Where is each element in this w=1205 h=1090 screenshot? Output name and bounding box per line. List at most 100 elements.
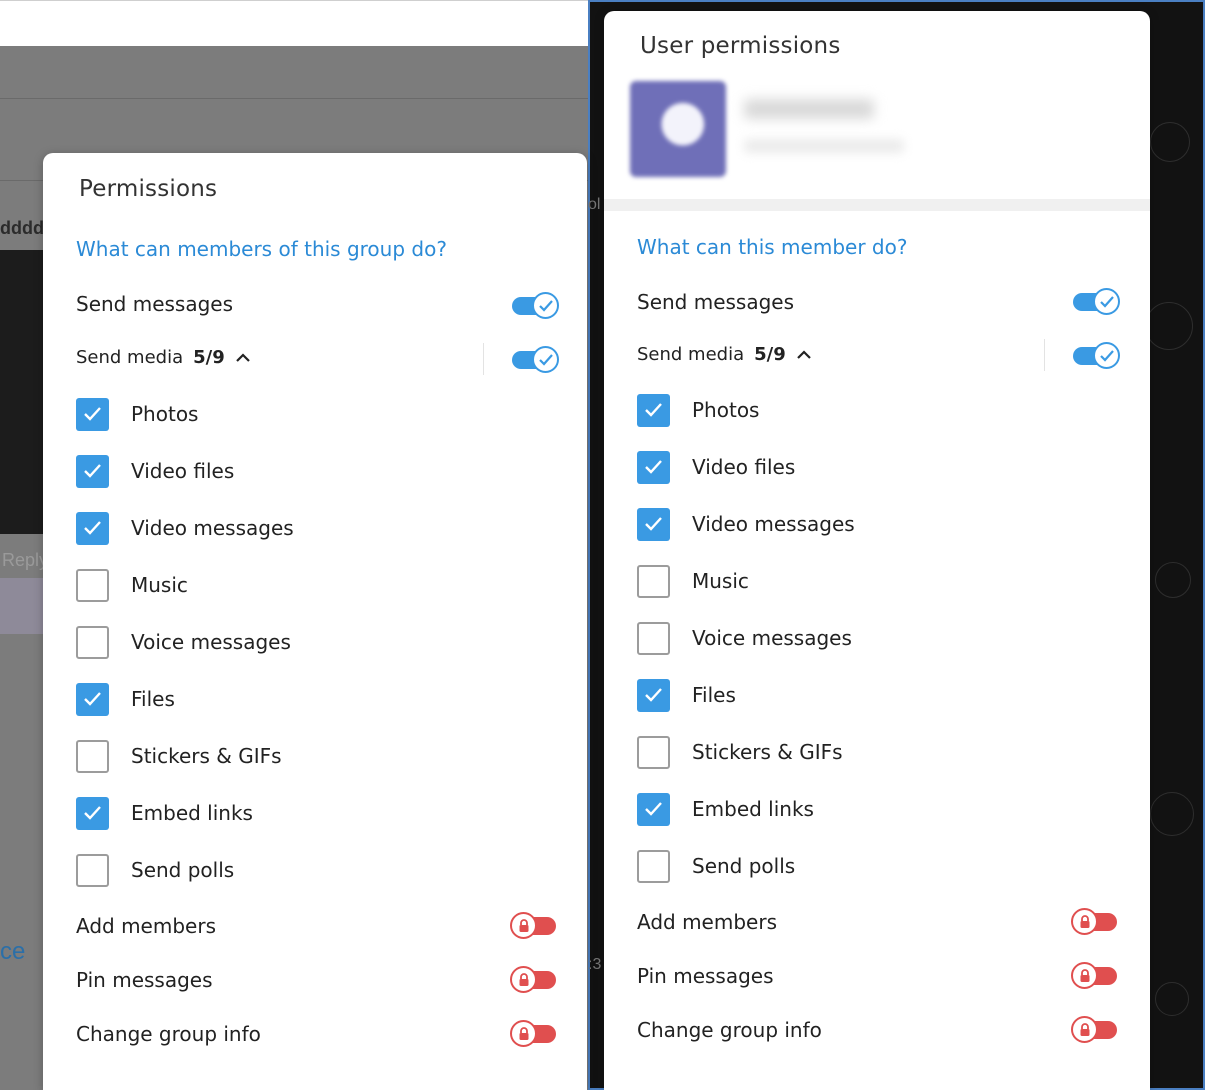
row-divider — [483, 343, 484, 375]
checkbox-label: Voice messages — [131, 630, 291, 654]
checkbox-label: Files — [692, 683, 736, 707]
locked-label-change-group-info: Change group info — [637, 1018, 822, 1042]
check-icon — [1099, 295, 1114, 308]
dialog-title: Permissions — [79, 176, 218, 202]
checkbox-label: Embed links — [131, 801, 253, 825]
checkbox-label: Stickers & GIFs — [692, 740, 843, 764]
background-doodle — [1150, 792, 1194, 836]
checkbox-video-messages[interactable] — [76, 512, 109, 545]
send-media-toggle[interactable] — [1073, 342, 1120, 369]
checkbox-label: Music — [131, 573, 188, 597]
section-heading: What can this member do? — [637, 235, 908, 259]
check-icon — [645, 688, 662, 702]
user-name-blurred — [744, 99, 874, 119]
send-media-label: Send media — [76, 347, 184, 368]
group-permissions-dialog: Permissions What can members of this gro… — [43, 153, 587, 1090]
send-media-label: Send media — [637, 344, 745, 365]
checkbox-voice-messages[interactable] — [76, 626, 109, 659]
background-doodle — [1150, 122, 1190, 162]
background-text-fragment: ce — [0, 938, 26, 965]
checkbox-voice-messages[interactable] — [637, 622, 670, 655]
locked-label-add-members: Add members — [637, 910, 777, 934]
locked-toggle-pin-messages[interactable] — [510, 966, 556, 993]
locked-label-pin-messages: Pin messages — [76, 968, 213, 992]
section-heading: What can members of this group do? — [76, 237, 447, 261]
checkbox-label: Video files — [692, 455, 796, 479]
locked-label-add-members: Add members — [76, 914, 216, 938]
locked-toggle-pin-messages[interactable] — [1071, 962, 1117, 989]
background-text-fragment: :3 — [588, 956, 602, 973]
checkbox-photos[interactable] — [76, 398, 109, 431]
avatar — [630, 81, 726, 177]
checkbox-stickers-gifs[interactable] — [76, 740, 109, 773]
send-messages-label: Send messages — [76, 292, 234, 316]
checkbox-label: Files — [131, 687, 175, 711]
checkbox-embed-links[interactable] — [637, 793, 670, 826]
checkbox-files[interactable] — [76, 683, 109, 716]
checkbox-label: Photos — [131, 402, 199, 426]
send-messages-toggle[interactable] — [512, 292, 559, 319]
send-media-count: 5/9 — [754, 344, 786, 365]
send-media-expander[interactable]: Send media 5/9 — [637, 344, 812, 365]
checkbox-label: Video messages — [692, 512, 855, 536]
background-text-fragment: dddd — [0, 218, 44, 238]
lock-icon — [1080, 1022, 1089, 1036]
locked-toggle-change-group-info[interactable] — [510, 1020, 556, 1047]
check-icon — [645, 460, 662, 474]
lock-icon — [1080, 968, 1089, 982]
send-media-count: 5/9 — [193, 347, 225, 368]
checkbox-music[interactable] — [637, 565, 670, 598]
check-icon — [84, 407, 101, 421]
check-icon — [538, 353, 553, 366]
send-media-expander[interactable]: Send media 5/9 — [76, 347, 251, 368]
checkbox-label: Video messages — [131, 516, 294, 540]
background-doodle — [1145, 302, 1193, 350]
checkbox-label: Video files — [131, 459, 235, 483]
check-icon — [84, 692, 101, 706]
checkbox-video-messages[interactable] — [637, 508, 670, 541]
checkbox-send-polls[interactable] — [76, 854, 109, 887]
background-reply-fragment: Reply — [2, 550, 49, 570]
checkbox-stickers-gifs[interactable] — [637, 736, 670, 769]
background-doodle — [1155, 562, 1191, 598]
background-divider — [0, 98, 588, 99]
checkbox-music[interactable] — [76, 569, 109, 602]
background-text-fragment: ol — [588, 196, 601, 213]
checkbox-embed-links[interactable] — [76, 797, 109, 830]
checkbox-files[interactable] — [637, 679, 670, 712]
check-icon — [645, 403, 662, 417]
user-permissions-dialog: User permissions What can this member do… — [604, 11, 1150, 1090]
send-messages-label: Send messages — [637, 290, 795, 314]
check-icon — [84, 806, 101, 820]
section-separator — [604, 199, 1150, 211]
dialog-title: User permissions — [640, 33, 841, 59]
chevron-up-icon — [235, 352, 250, 362]
checkbox-video-files[interactable] — [637, 451, 670, 484]
lock-icon — [519, 972, 528, 986]
locked-toggle-change-group-info[interactable] — [1071, 1016, 1117, 1043]
check-icon — [538, 299, 553, 312]
checkbox-video-files[interactable] — [76, 455, 109, 488]
send-media-toggle[interactable] — [512, 346, 559, 373]
checkbox-label: Send polls — [692, 854, 796, 878]
check-icon — [1099, 349, 1114, 362]
checkbox-send-polls[interactable] — [637, 850, 670, 883]
check-icon — [84, 464, 101, 478]
checkbox-label: Embed links — [692, 797, 814, 821]
checkbox-label: Stickers & GIFs — [131, 744, 282, 768]
lock-icon — [1080, 914, 1089, 928]
locked-toggle-add-members[interactable] — [1071, 908, 1117, 935]
lock-icon — [519, 1026, 528, 1040]
background-doodle — [1155, 982, 1189, 1016]
check-icon — [645, 802, 662, 816]
check-icon — [84, 521, 101, 535]
user-status-blurred — [744, 139, 904, 153]
locked-label-pin-messages: Pin messages — [637, 964, 774, 988]
chevron-up-icon — [796, 349, 811, 359]
locked-toggle-add-members[interactable] — [510, 912, 556, 939]
checkbox-photos[interactable] — [637, 394, 670, 427]
background-top-bar — [0, 0, 588, 46]
lock-icon — [519, 918, 528, 932]
send-messages-toggle[interactable] — [1073, 288, 1120, 315]
checkbox-label: Photos — [692, 398, 760, 422]
